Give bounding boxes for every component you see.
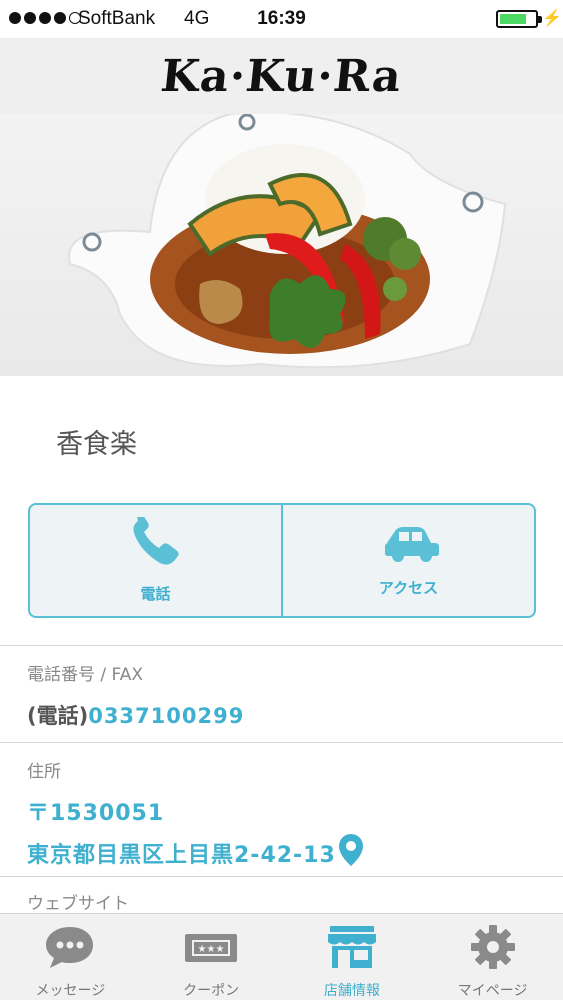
phone-prefix: (電話) bbox=[27, 704, 89, 728]
tab-shop-info[interactable]: 店舗情報 bbox=[282, 914, 423, 1000]
tab-label: クーポン bbox=[183, 983, 240, 999]
tab-label: マイページ bbox=[457, 983, 528, 999]
chat-bubble-icon bbox=[44, 924, 96, 974]
divider bbox=[0, 645, 563, 646]
phone-section-label: 電話番号 / FAX bbox=[27, 665, 144, 685]
phone-icon bbox=[128, 512, 184, 573]
gear-icon bbox=[467, 924, 519, 974]
tab-label: 店舗情報 bbox=[323, 983, 380, 999]
map-pin-icon bbox=[338, 833, 364, 873]
battery-icon bbox=[496, 10, 542, 28]
ticket-icon: ★★★ bbox=[183, 924, 239, 974]
app-header: Ka·Ku·Ra bbox=[0, 38, 563, 114]
tab-bar: メッセージ ★★★ クーポン 店舗情報 マイページ bbox=[0, 913, 563, 1000]
postal-code: 〒1530051 bbox=[27, 801, 165, 826]
access-button-label: アクセス bbox=[378, 579, 439, 597]
tab-message[interactable]: メッセージ bbox=[0, 914, 141, 1000]
call-button[interactable]: 電話 bbox=[30, 505, 281, 616]
app-logo: Ka·Ku·Ra bbox=[158, 50, 405, 102]
tab-coupon[interactable]: ★★★ クーポン bbox=[141, 914, 282, 1000]
shop-name: 香食楽 bbox=[56, 429, 137, 460]
tab-my-page[interactable]: マイページ bbox=[422, 914, 563, 1000]
storefront-icon bbox=[326, 924, 378, 974]
website-section-label: ウェブサイト bbox=[27, 894, 129, 914]
status-time: 16:39 bbox=[257, 8, 306, 29]
phone-number-link[interactable]: 0337100299 bbox=[88, 704, 244, 728]
svg-text:★★★: ★★★ bbox=[198, 944, 225, 955]
hero-image bbox=[0, 114, 563, 376]
car-icon bbox=[379, 523, 439, 567]
access-button[interactable]: アクセス bbox=[281, 505, 534, 616]
charging-icon: ⚡ bbox=[542, 10, 562, 27]
address-section-label: 住所 bbox=[27, 762, 61, 782]
status-bar: SoftBank 4G 16:39 ⚡ bbox=[0, 0, 563, 38]
phone-line: (電話)0337100299 bbox=[27, 700, 244, 730]
address-text: 東京都目黒区上目黒2-42-13 bbox=[27, 843, 336, 868]
call-button-label: 電話 bbox=[140, 585, 171, 603]
address-link[interactable]: 東京都目黒区上目黒2-42-13 bbox=[27, 833, 364, 873]
tab-label: メッセージ bbox=[35, 983, 106, 999]
divider bbox=[0, 876, 563, 877]
divider bbox=[0, 742, 563, 743]
contact-actions: 電話 アクセス bbox=[28, 503, 536, 618]
